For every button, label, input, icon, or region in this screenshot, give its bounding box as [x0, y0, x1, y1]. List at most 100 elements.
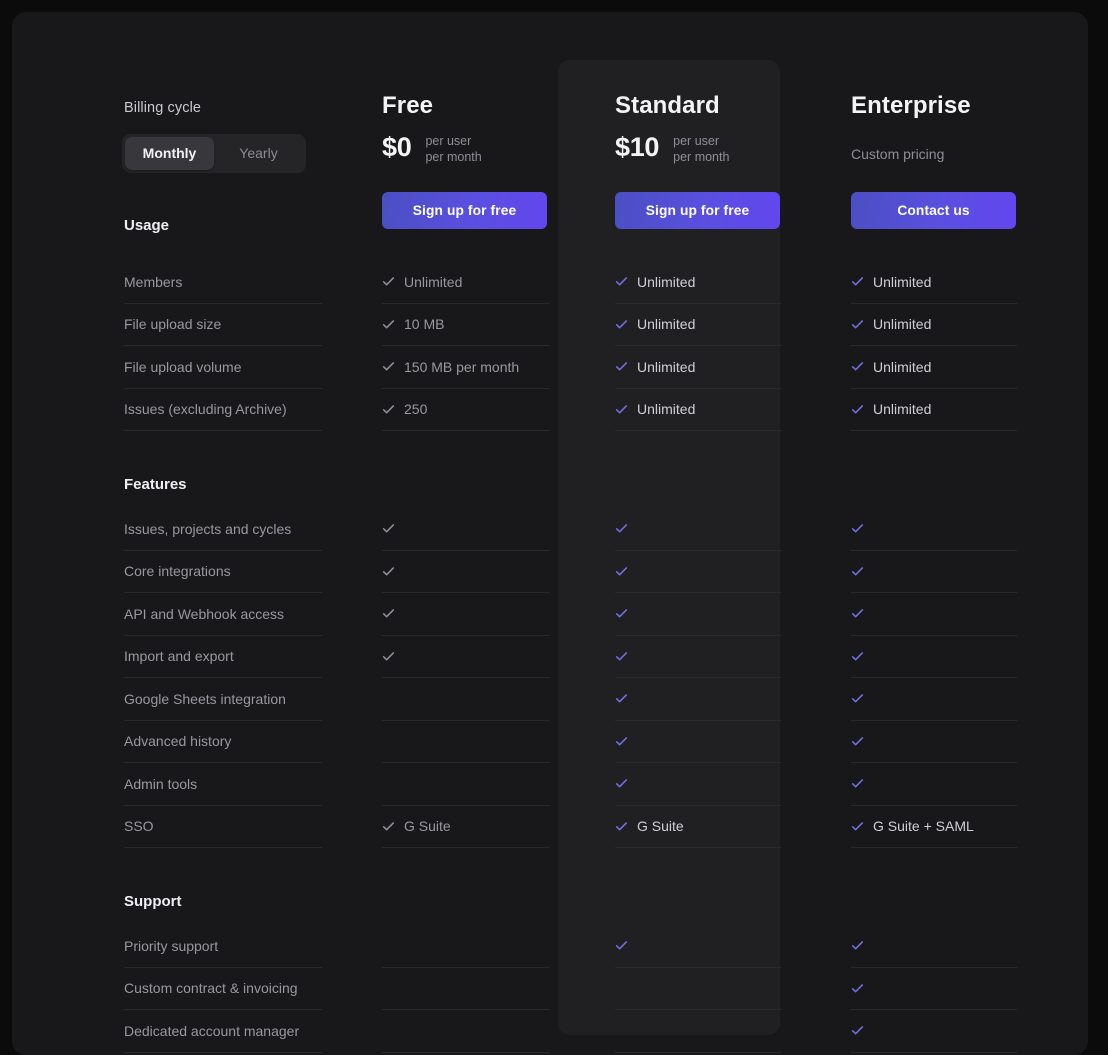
check-icon: [851, 403, 864, 416]
row-label: Issues, projects and cycles: [124, 520, 292, 537]
support-values-standard: [615, 925, 809, 1053]
check-icon: [615, 275, 628, 288]
usage-values-free: Unlimited 10 MB 150 MB per month 250: [382, 261, 587, 431]
check-icon: [615, 318, 628, 331]
check-icon: [851, 650, 864, 663]
row-label: Import and export: [124, 648, 234, 665]
plan-column-enterprise: Enterprise Custom pricing Contact us Unl…: [809, 12, 1024, 1055]
table-row: [615, 636, 781, 678]
plan-price-row: $0 per user per month: [382, 134, 482, 165]
usage-values-enterprise: Unlimited Unlimited Unlimited Unlimited: [851, 261, 1024, 431]
table-row: Custom contract & invoicing: [124, 968, 322, 1010]
check-icon: [382, 360, 395, 373]
check-icon: [851, 522, 864, 535]
check-icon: [851, 275, 864, 288]
check-icon: [851, 1024, 864, 1037]
check-icon: [615, 565, 628, 578]
check-icon: [851, 565, 864, 578]
cell-value: Unlimited: [637, 358, 696, 375]
table-row: [382, 721, 550, 763]
cell-value: Unlimited: [637, 401, 696, 418]
price-sub-line-2: per month: [673, 150, 730, 164]
table-row: [615, 925, 781, 968]
table-row: [382, 1010, 550, 1053]
billing-toggle-yearly[interactable]: Yearly: [214, 137, 303, 170]
table-row: API and Webhook access: [124, 593, 322, 636]
check-icon: [851, 820, 864, 833]
table-row: [382, 551, 550, 593]
table-row: [382, 763, 550, 806]
table-row: Advanced history: [124, 721, 322, 763]
table-row: [851, 925, 1017, 968]
table-row: Priority support: [124, 925, 322, 968]
plan-name: Free: [382, 92, 434, 119]
table-row: Unlimited: [615, 304, 781, 346]
table-row: Unlimited: [615, 346, 781, 389]
check-icon: [851, 318, 864, 331]
check-icon: [615, 650, 628, 663]
check-icon: [382, 1024, 395, 1037]
check-icon: [615, 939, 628, 952]
plan-name: Standard: [615, 92, 720, 119]
contact-us-button[interactable]: Contact us: [851, 192, 1016, 229]
table-row: [851, 1010, 1017, 1053]
table-row: [615, 1010, 781, 1053]
check-icon: [615, 982, 628, 995]
row-label: SSO: [124, 818, 154, 835]
row-label: API and Webhook access: [124, 605, 285, 622]
table-row: [851, 968, 1017, 1010]
billing-cycle-toggle[interactable]: Monthly Yearly: [122, 134, 306, 173]
table-row: [382, 508, 550, 551]
signup-button-free[interactable]: Sign up for free: [382, 192, 547, 229]
table-row: Import and export: [124, 636, 322, 678]
table-row: [382, 678, 550, 721]
signup-button-standard[interactable]: Sign up for free: [615, 192, 780, 229]
section-title-usage: Usage: [124, 217, 170, 234]
check-icon: [382, 982, 395, 995]
table-row: File upload size: [124, 304, 322, 346]
cell-value: 150 MB per month: [404, 358, 520, 375]
plan-header-standard: Standard $10 per user per month Sign up …: [615, 12, 809, 229]
plan-price-subtext: per user per month: [673, 133, 729, 165]
table-row: [851, 721, 1017, 763]
section-title-support: Support: [124, 893, 182, 910]
table-row: [615, 721, 781, 763]
cell-value: Unlimited: [637, 273, 696, 290]
cell-value: Unlimited: [637, 316, 696, 333]
row-label: Admin tools: [124, 775, 198, 792]
usage-label-rows: Members File upload size File upload vol…: [124, 261, 372, 431]
billing-cycle-label: Billing cycle: [124, 100, 202, 116]
table-row: [382, 593, 550, 636]
table-row: Unlimited: [382, 261, 550, 304]
check-icon: [851, 939, 864, 952]
table-row: Google Sheets integration: [124, 678, 322, 721]
plan-price: $10: [615, 132, 660, 162]
table-row: File upload volume: [124, 346, 322, 389]
table-row: SSO: [124, 806, 322, 848]
cell-value: Unlimited: [873, 273, 932, 290]
table-row: Dedicated account manager: [124, 1010, 322, 1053]
billing-toggle-monthly[interactable]: Monthly: [125, 137, 214, 170]
table-row: Unlimited: [851, 346, 1017, 389]
cell-value: 10 MB: [404, 316, 445, 333]
price-sub-line-1: per user: [673, 134, 720, 148]
check-icon: [382, 735, 395, 748]
check-icon: [382, 565, 395, 578]
check-icon: [851, 607, 864, 620]
row-label: Members: [124, 273, 183, 290]
check-icon: [382, 939, 395, 952]
table-row: [615, 763, 781, 806]
table-row: Issues, projects and cycles: [124, 508, 322, 551]
support-values-enterprise: [851, 925, 1024, 1053]
check-icon: [382, 650, 395, 663]
features-values-enterprise: G Suite + SAML: [851, 508, 1024, 848]
features-values-standard: G Suite: [615, 508, 809, 848]
pricing-panel: Billing cycle Monthly Yearly Usage Membe…: [12, 12, 1088, 1055]
table-row: Unlimited: [851, 261, 1017, 304]
row-label: Advanced history: [124, 733, 232, 750]
check-icon: [382, 777, 395, 790]
pricing-table: Billing cycle Monthly Yearly Usage Membe…: [12, 12, 1088, 1055]
features-label-rows: Issues, projects and cycles Core integra…: [124, 508, 372, 848]
cell-value: Unlimited: [873, 316, 932, 333]
row-label: File upload volume: [124, 358, 242, 375]
